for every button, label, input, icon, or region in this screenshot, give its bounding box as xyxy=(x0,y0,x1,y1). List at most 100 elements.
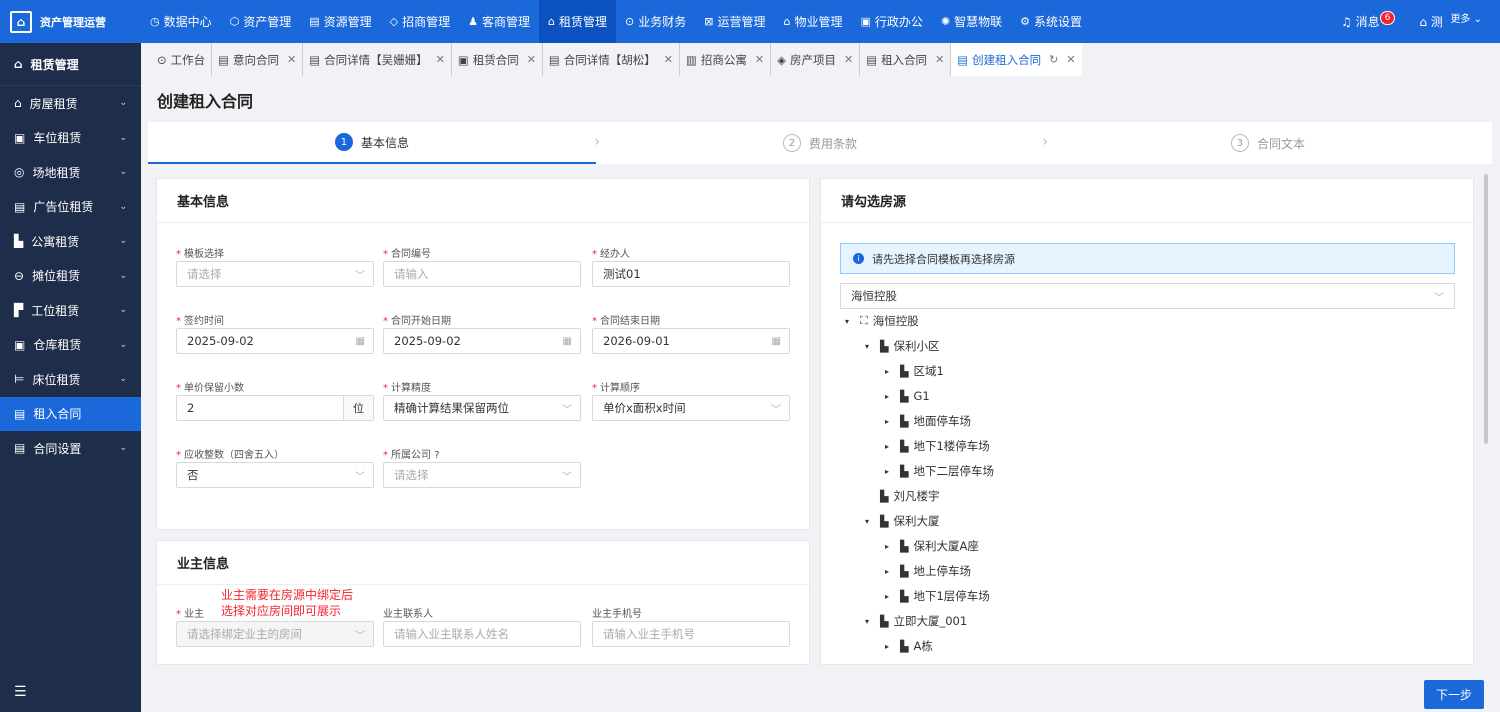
tab-6[interactable]: ◈ 房产项目 ✕ xyxy=(771,43,861,76)
decimals-input[interactable]: 2位 xyxy=(176,395,374,421)
sign-date-picker[interactable]: 2025-09-02 ▦ xyxy=(176,328,374,354)
nav-item-3[interactable]: ◇ 招商管理 xyxy=(381,0,459,43)
tab-8[interactable]: ▤ 创建租入合同 ↻ ✕ xyxy=(951,43,1082,76)
sidebar-item-9[interactable]: ▤ 租入合同 xyxy=(0,396,141,431)
tree-node[interactable]: ▸ ▙ 区域1 xyxy=(885,361,944,381)
contract-no-input[interactable]: 请输入 xyxy=(383,261,581,287)
owner-phone-input[interactable]: 请输入业主手机号 xyxy=(592,621,790,647)
close-icon[interactable]: ✕ xyxy=(436,53,445,66)
close-icon[interactable]: ✕ xyxy=(664,53,673,66)
nav-item-11[interactable]: ⚙ 系统设置 xyxy=(1011,0,1091,43)
close-icon[interactable]: ✕ xyxy=(527,53,536,66)
app-logo[interactable]: ⌂ 资产管理运营 xyxy=(0,0,141,43)
nav-item-10[interactable]: ✺ 智慧物联 xyxy=(932,0,1011,43)
close-icon[interactable]: ✕ xyxy=(287,53,296,66)
close-icon[interactable]: ✕ xyxy=(844,53,853,66)
chevron-down-icon: ﹀ xyxy=(1434,292,1444,304)
nav-item-0[interactable]: ◷ 数据中心 xyxy=(141,0,221,43)
caret-right-icon[interactable]: ▸ xyxy=(885,392,895,401)
nav-item-2[interactable]: ▤ 资源管理 xyxy=(300,0,380,43)
tree-node[interactable]: ▾ ▙ 立即大厦_001 xyxy=(865,611,967,631)
sidebar-item-8[interactable]: ⊨ 床位租赁 ⌄ xyxy=(0,362,141,397)
caret-right-icon[interactable]: ▸ xyxy=(885,467,895,476)
nav-item-1[interactable]: ⬡ 资产管理 xyxy=(221,0,301,43)
sidebar-item-icon: ▙ xyxy=(14,234,24,249)
company-tree-select[interactable]: 海恒控股 ﹀ xyxy=(840,283,1455,309)
end-date-picker[interactable]: 2026-09-01 ▦ xyxy=(592,328,790,354)
nav-item-label: 智慧物联 xyxy=(954,15,1003,29)
caret-down-icon[interactable]: ▾ xyxy=(865,517,875,526)
tree-node[interactable]: ▸ ▙ G1 xyxy=(885,386,930,406)
caret-right-icon[interactable]: ▸ xyxy=(885,442,895,451)
tab-3[interactable]: ▣ 租赁合同 ✕ xyxy=(452,43,543,76)
tree-node[interactable]: ▾ ⛶ 海恒控股 xyxy=(845,311,919,331)
sidebar-item-7[interactable]: ▣ 仓库租赁 ⌄ xyxy=(0,328,141,363)
scrollbar[interactable] xyxy=(1484,174,1488,444)
sidebar-item-3[interactable]: ▤ 广告位租赁 ⌄ xyxy=(0,190,141,225)
sidebar-item-5[interactable]: ⊖ 摊位租赁 ⌄ xyxy=(0,259,141,294)
messages-button[interactable]: ♫ 消息 6 xyxy=(1341,11,1396,30)
refresh-icon[interactable]: ↻ xyxy=(1049,53,1058,66)
building-icon: ▙ xyxy=(880,489,889,503)
tab-5[interactable]: ▥ 招商公寓 ✕ xyxy=(680,43,772,76)
caret-right-icon[interactable]: ▸ xyxy=(885,417,895,426)
tab-0[interactable]: ⊙ 工作台 xyxy=(151,43,213,76)
caret-down-icon[interactable]: ▾ xyxy=(845,317,855,326)
nav-icon: ▤ xyxy=(309,15,320,28)
tab-1[interactable]: ▤ 意向合同 ✕ xyxy=(212,43,304,76)
close-icon[interactable]: ✕ xyxy=(935,53,944,66)
step-2[interactable]: 3 合同文本 xyxy=(1044,122,1492,164)
tree-node[interactable]: ▸ ▙ 地下二层停车场 xyxy=(885,461,994,481)
chevron-down-icon: ﹀ xyxy=(562,404,572,416)
nav-item-8[interactable]: ⌂ 物业管理 xyxy=(775,0,852,43)
tree-node[interactable]: ▾ ▙ 保利小区 xyxy=(865,336,939,356)
nav-item-4[interactable]: ♟ 客商管理 xyxy=(459,0,539,43)
sidebar-item-6[interactable]: ▛ 工位租赁 ⌄ xyxy=(0,293,141,328)
caret-down-icon[interactable]: ▾ xyxy=(865,342,875,351)
tree-node[interactable]: ▸ ▙ 地面停车场 xyxy=(885,411,971,431)
close-icon[interactable]: ✕ xyxy=(1066,53,1075,66)
round-select[interactable]: 否 ﹀ xyxy=(176,462,374,488)
help-icon[interactable]: ? xyxy=(434,450,439,461)
precision-select[interactable]: 精确计算结果保留两位 ﹀ xyxy=(383,395,581,421)
template-select[interactable]: 请选择 ﹀ xyxy=(176,261,374,287)
next-step-button[interactable]: 下一步 xyxy=(1423,680,1484,709)
tree-node[interactable]: ▾ ▙ 保利大厦 xyxy=(865,511,939,531)
tree-node[interactable]: ▸ ▙ A栋 xyxy=(885,636,933,656)
sidebar-item-label: 摊位租赁 xyxy=(32,269,81,284)
tab-7[interactable]: ▤ 租入合同 ✕ xyxy=(860,43,952,76)
tab-2[interactable]: ▤ 合同详情【吴姗姗】 ✕ xyxy=(303,43,452,76)
close-icon[interactable]: ✕ xyxy=(755,53,764,66)
sidebar-item-10[interactable]: ▤ 合同设置 ⌄ xyxy=(0,431,141,466)
caret-right-icon[interactable]: ▸ xyxy=(885,642,895,651)
owner-contact-input[interactable]: 请输入业主联系人姓名 xyxy=(383,621,581,647)
tree-node[interactable]: ▸ ▙ 地上停车场 xyxy=(885,561,971,581)
sidebar-item-4[interactable]: ▙ 公寓租赁 ⌄ xyxy=(0,224,141,259)
sidebar-item-1[interactable]: ▣ 车位租赁 ⌄ xyxy=(0,121,141,156)
step-1[interactable]: 2 费用条款 › xyxy=(596,122,1048,164)
caret-right-icon[interactable]: ▸ xyxy=(885,592,895,601)
step-0[interactable]: 1 基本信息 › xyxy=(148,122,600,164)
tree-node[interactable]: ▸ ▙ 地下1层停车场 xyxy=(885,586,990,606)
owner-select[interactable]: 请选择绑定业主的房间 ﹀ xyxy=(176,621,374,647)
order-select[interactable]: 单价x面积x时间 ﹀ xyxy=(592,395,790,421)
nav-item-7[interactable]: ⊠ 运营管理 xyxy=(695,0,774,43)
nav-item-6[interactable]: ⊙ 业务财务 xyxy=(616,0,695,43)
caret-right-icon[interactable]: ▸ xyxy=(885,567,895,576)
handler-input[interactable]: 测试01 xyxy=(592,261,790,287)
more-tabs-button[interactable]: 更多 ⌄ xyxy=(1442,7,1490,28)
caret-right-icon[interactable]: ▸ xyxy=(885,542,895,551)
tree-node[interactable]: ▸ ▙ 地下1楼停车场 xyxy=(885,436,990,456)
sidebar-item-2[interactable]: ◎ 场地租赁 ⌄ xyxy=(0,155,141,190)
collapse-menu-icon[interactable]: ☰ xyxy=(14,684,27,700)
caret-right-icon[interactable]: ▸ xyxy=(885,367,895,376)
nav-item-5[interactable]: ⌂ 租赁管理 xyxy=(539,0,617,43)
tree-node[interactable]: ▙ 刘凡楼宇 xyxy=(865,486,939,506)
start-date-picker[interactable]: 2025-09-02 ▦ xyxy=(383,328,581,354)
tree-node[interactable]: ▸ ▙ 保利大厦A座 xyxy=(885,536,979,556)
nav-item-9[interactable]: ▣ 行政办公 xyxy=(852,0,932,43)
caret-down-icon[interactable]: ▾ xyxy=(865,617,875,626)
company-select[interactable]: 请选择 ﹀ xyxy=(383,462,581,488)
sidebar-item-0[interactable]: ⌂ 房屋租赁 ⌄ xyxy=(0,86,141,121)
tab-4[interactable]: ▤ 合同详情【胡松】 ✕ xyxy=(543,43,681,76)
